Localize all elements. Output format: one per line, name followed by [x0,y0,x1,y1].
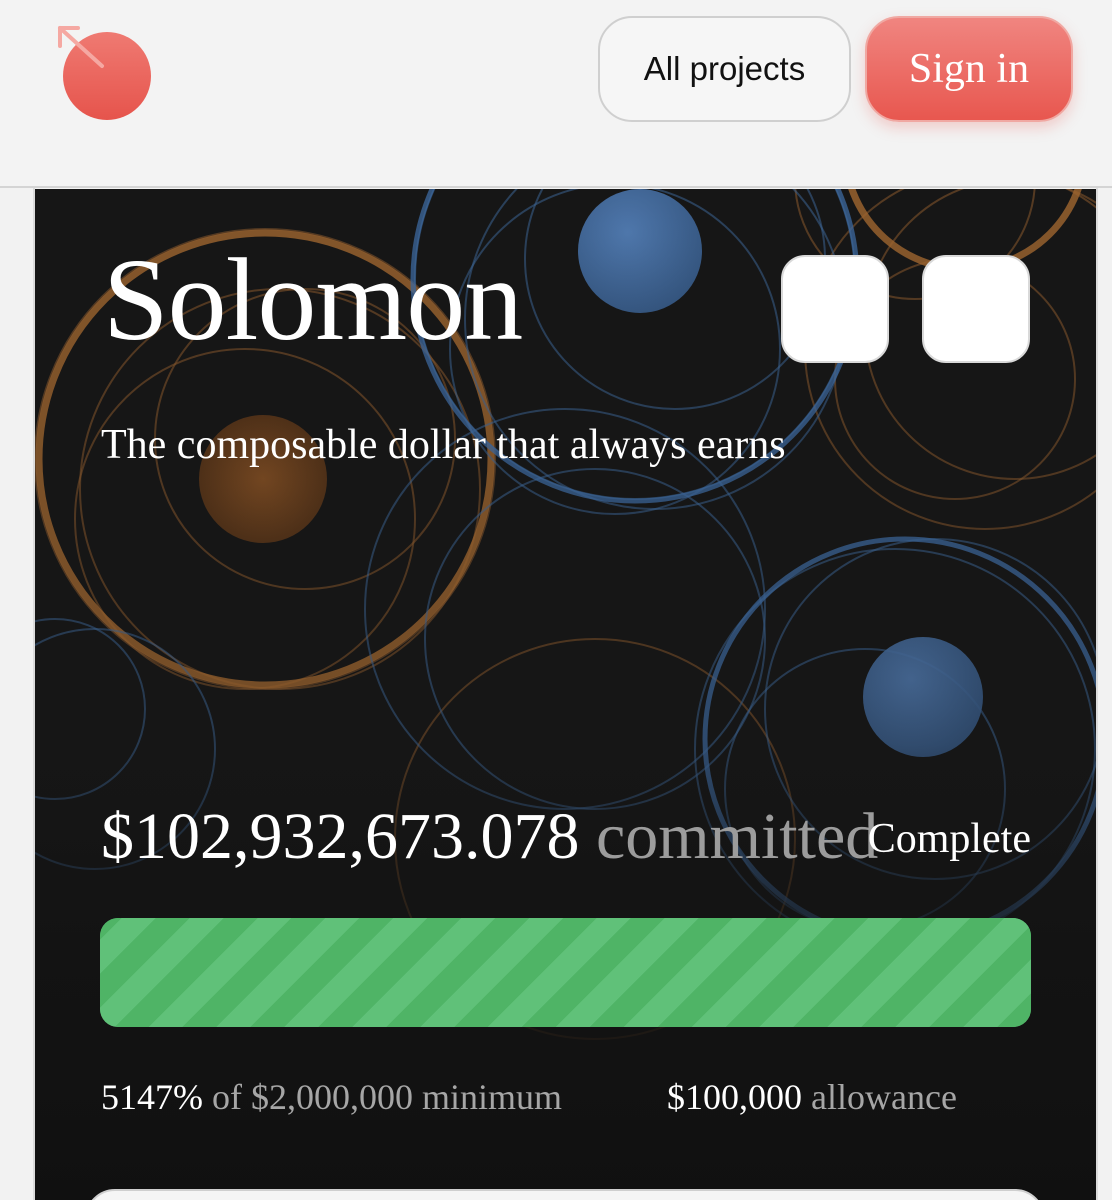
commitment-stats: $102,932,673.078 committed Complete [101,797,1031,877]
progress-bar [100,918,1031,1027]
header: All projects Sign in [0,0,1112,188]
allowance-label: allowance [811,1077,957,1117]
all-projects-button[interactable]: All projects [598,16,851,122]
square-icon-button-1[interactable] [781,255,889,363]
committed-amount-line: $102,932,673.078 committed [101,797,878,877]
logo-icon[interactable] [52,20,156,124]
sign-in-button[interactable]: Sign in [865,16,1073,122]
next-card-edge[interactable] [85,1189,1045,1200]
square-icon-button-2[interactable] [922,255,1030,363]
percent-value: 5147% [101,1077,203,1117]
project-title: Solomon [103,234,523,365]
allowance-amount: $100,000 [667,1077,802,1117]
project-tagline: The composable dollar that always earns [101,422,786,468]
status-label: Complete [867,816,1031,862]
project-hero-card: Solomon The composable dollar that alway… [35,189,1096,1200]
allowance-summary: $100,000 allowance [667,1075,957,1119]
committed-label: committed [596,800,879,873]
minimum-summary: 5147% of $2,000,000 minimum [101,1075,562,1119]
minimum-text: of $2,000,000 minimum [212,1077,562,1117]
committed-amount: $102,932,673.078 [101,800,580,873]
progress-bar-fill [100,918,1031,1027]
